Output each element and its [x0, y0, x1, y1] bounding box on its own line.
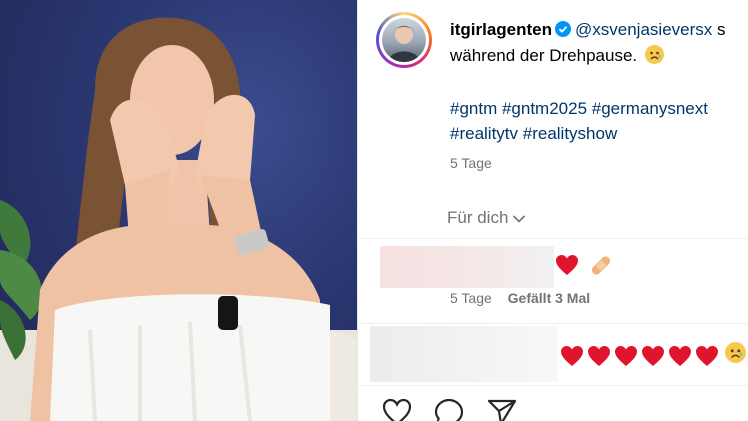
- sad-face-emoji-icon: [725, 342, 746, 363]
- comment-sort-label: Für dich: [447, 208, 509, 227]
- share-paper-plane-icon[interactable]: [487, 398, 517, 421]
- red-heart-emoji-icon: [669, 345, 691, 366]
- caption-line-2: während der Drehpause.: [450, 45, 664, 66]
- red-heart-emoji-icon: [588, 345, 610, 366]
- blurred-comment-author: [380, 246, 554, 288]
- post-timestamp[interactable]: 5 Tage: [450, 155, 492, 171]
- red-heart-emoji-icon: [615, 345, 637, 366]
- sad-face-emoji-icon: [644, 45, 664, 64]
- red-heart-emoji-icon: [556, 255, 578, 275]
- photo-illustration: [0, 17, 357, 421]
- chevron-down-icon: [513, 215, 526, 223]
- comment-emojis: [555, 252, 614, 278]
- separator: [358, 385, 748, 386]
- post-actions: [382, 398, 535, 421]
- blurred-comment: [370, 326, 558, 382]
- hashtag-line[interactable]: #realitytv #realityshow: [450, 121, 708, 146]
- comment-time: 5 Tage: [450, 290, 492, 306]
- post-photo: [0, 0, 357, 421]
- bandage-emoji-icon: [591, 256, 610, 275]
- comment-likes[interactable]: Gefällt 3 Mal: [508, 290, 590, 306]
- comment-sort-dropdown[interactable]: Für dich: [447, 208, 526, 228]
- like-heart-icon[interactable]: [382, 398, 412, 421]
- comment-bubble-icon[interactable]: [434, 398, 464, 421]
- verified-badge-icon: [555, 21, 572, 42]
- separator: [358, 323, 748, 324]
- hashtag-line[interactable]: #gntm #gntm2025 #germanysnext: [450, 96, 708, 121]
- red-heart-emoji-icon: [642, 345, 664, 366]
- red-heart-emoji-icon: [696, 345, 718, 366]
- caption-text: s: [712, 20, 726, 39]
- mention-link[interactable]: @xsvenjasieversx: [575, 20, 712, 39]
- hashtags: #gntm #gntm2025 #germanysnext #realitytv…: [450, 96, 708, 146]
- comment-emojis: [560, 342, 746, 367]
- avatar: [382, 18, 426, 62]
- comment-meta: 5 Tage Gefällt 3 Mal: [450, 290, 590, 306]
- caption-text-2: während der Drehpause.: [450, 46, 638, 65]
- separator: [358, 238, 748, 239]
- red-heart-emoji-icon: [561, 345, 583, 366]
- caption-line-1: itgirlagenten @xsvenjasieversx s: [450, 20, 726, 42]
- username-link[interactable]: itgirlagenten: [450, 20, 552, 39]
- avatar-story-ring[interactable]: [376, 12, 432, 68]
- post-detail-pane: itgirlagenten @xsvenjasieversx s während …: [358, 0, 748, 421]
